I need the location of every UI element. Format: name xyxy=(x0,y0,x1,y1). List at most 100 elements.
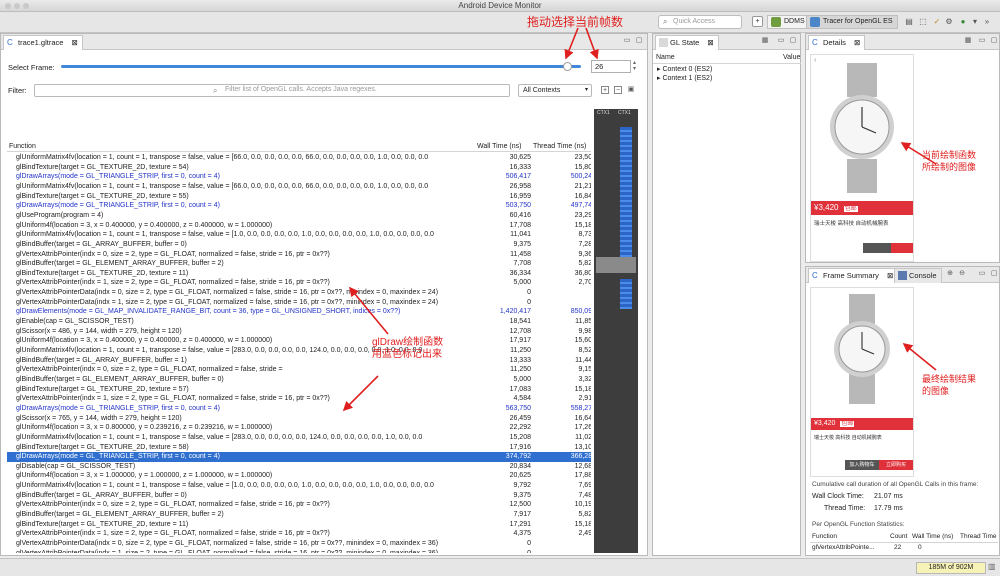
details-view-icon[interactable]: ▦ xyxy=(964,37,972,45)
tab-console[interactable]: Console xyxy=(894,268,942,283)
call-row[interactable]: glBindBuffer(target = GL_ARRAY_BUFFER, b… xyxy=(7,240,591,250)
col-function[interactable]: Function xyxy=(9,142,36,152)
thumb-selected[interactable] xyxy=(596,257,636,273)
capture-icon[interactable]: ⬚ xyxy=(918,17,928,27)
call-row[interactable]: glDrawArrays(mode = GL_TRIANGLE_STRIP, f… xyxy=(7,452,591,463)
call-row[interactable]: glVertexAttribPointerData(indx = 0, size… xyxy=(7,539,591,549)
call-row[interactable]: glUseProgram(program = 4) 60,416 23,296 xyxy=(7,211,591,221)
filter-icon[interactable]: ✓ xyxy=(932,17,942,27)
context-select[interactable]: All Contexts ▾ xyxy=(518,84,592,97)
minimize-icon[interactable]: ▭ xyxy=(623,37,631,45)
call-row[interactable]: glVertexAttribPointer(indx = 1, size = 2… xyxy=(7,529,591,539)
minimize-icon[interactable]: ▭ xyxy=(978,37,986,45)
call-row[interactable]: glDrawArrays(mode = GL_TRIANGLE_STRIP, f… xyxy=(7,404,591,414)
frame-number-input[interactable]: 26 xyxy=(591,60,631,73)
filter-input[interactable]: ⌕ Filter list of OpenGL calls. Accepts J… xyxy=(34,84,510,97)
call-row[interactable]: glDrawElements(mode = GL_MAP_INVALIDATE_… xyxy=(7,307,591,317)
gl-state-view-icon[interactable]: ▦ xyxy=(761,37,769,45)
perspective-ddms[interactable]: DDMS xyxy=(767,15,810,29)
call-row[interactable]: glVertexAttribPointer(indx = 0, size = 2… xyxy=(7,365,591,375)
close-icon[interactable]: ⊠ xyxy=(854,38,860,47)
zoom-out-icon[interactable]: ⊖ xyxy=(958,270,966,278)
call-row[interactable]: glEnable(cap = GL_SCISSOR_TEST) 18,541 11,… xyxy=(7,317,591,327)
tab-details[interactable]: C Details ⊠ xyxy=(808,35,866,50)
tool-icon[interactable]: ⚙ xyxy=(944,17,954,27)
call-row[interactable]: glUniformMatrix4fv(location = 1, count =… xyxy=(7,481,591,491)
more-icon[interactable]: » xyxy=(982,17,992,27)
tab-gl-state-label: GL State xyxy=(670,38,700,47)
call-row[interactable]: glUniformMatrix4fv(location = 1, count =… xyxy=(7,182,591,192)
maximize-icon[interactable]: ▢ xyxy=(990,270,998,278)
call-row[interactable]: glVertexAttribPointerData(indx = 0, size… xyxy=(7,288,591,298)
call-row[interactable]: glBindBuffer(target = GL_ELEMENT_ARRAY_B… xyxy=(7,510,591,520)
frame-slider-thumb[interactable] xyxy=(563,62,572,71)
call-thread-time: 0 xyxy=(534,298,591,308)
stats-table-row[interactable]: glVertexAttribPointe... 22 0 xyxy=(810,544,998,554)
call-row[interactable]: glDisable(cap = GL_SCISSOR_TEST) 20,834 12… xyxy=(7,462,591,472)
call-row[interactable]: glVertexAttribPointerData(indx = 1, size… xyxy=(7,298,591,308)
close-icon[interactable]: ⊠ xyxy=(72,38,78,47)
collapse-all-icon[interactable]: − xyxy=(614,86,622,94)
zoom-in-icon[interactable]: ⊕ xyxy=(946,270,954,278)
call-row[interactable]: glBindBuffer(target = GL_ELEMENT_ARRAY_B… xyxy=(7,259,591,269)
close-icon[interactable]: ⊠ xyxy=(707,38,713,47)
open-trace-icon[interactable]: ▤ xyxy=(904,17,914,27)
call-row[interactable]: glUniformMatrix4fv(location = 1, count =… xyxy=(7,230,591,240)
save-icon[interactable]: ▣ xyxy=(627,86,635,94)
window-zoom-icon[interactable] xyxy=(23,3,29,9)
heap-status[interactable]: 185M of 902M xyxy=(916,562,986,574)
call-function: glBindTexture(target = GL_TEXTURE_2D, te… xyxy=(16,163,189,171)
trash-icon[interactable]: ▥ xyxy=(988,562,996,571)
call-row[interactable]: glUniformMatrix4fv(location = 1, count =… xyxy=(7,346,591,356)
run-icon[interactable]: ● xyxy=(958,17,968,27)
call-row[interactable]: glUniform4f(location = 3, x = 0.800000, … xyxy=(7,423,591,433)
perspective-tracer[interactable]: Tracer for OpenGL ES xyxy=(806,15,898,29)
call-row[interactable]: glDrawArrays(mode = GL_TRIANGLE_STRIP, f… xyxy=(7,201,591,211)
maximize-icon[interactable]: ▢ xyxy=(990,37,998,45)
call-row[interactable]: glBindTexture(target = GL_TEXTURE_2D, te… xyxy=(7,520,591,530)
window-minimize-icon[interactable] xyxy=(14,3,20,9)
call-row[interactable]: glBindBuffer(target = GL_ARRAY_BUFFER, b… xyxy=(7,491,591,501)
tab-trace1[interactable]: C trace1.gltrace ⊠ xyxy=(3,35,83,50)
window-close-icon[interactable] xyxy=(5,3,11,9)
tab-frame-summary[interactable]: C Frame Summary ⊠ xyxy=(808,268,899,283)
call-row[interactable]: glBindBuffer(target = GL_ARRAY_BUFFER, b… xyxy=(7,356,591,366)
call-row[interactable]: glScissor(x = 765, y = 144, width = 279,… xyxy=(7,414,591,424)
call-row[interactable]: glBindTexture(target = GL_TEXTURE_2D, te… xyxy=(7,443,591,453)
gl-state-tree-item[interactable]: ▸ Context 0 (ES2) xyxy=(657,65,712,73)
frame-slider-track[interactable] xyxy=(61,65,581,68)
call-thread-time: 9,152 xyxy=(578,366,591,374)
quick-access-field[interactable]: ⌕ Quick Access xyxy=(658,15,742,29)
gl-state-tree-item[interactable]: ▸ Context 1 (ES2) xyxy=(657,74,712,82)
call-function: glBindBuffer(target = GL_ELEMENT_ARRAY_B… xyxy=(16,375,224,383)
call-row[interactable]: glBindTexture(target = GL_TEXTURE_2D, te… xyxy=(7,385,591,395)
minimize-icon[interactable]: ▭ xyxy=(978,270,986,278)
call-row[interactable]: glVertexAttribPointer(indx = 0, size = 2… xyxy=(7,500,591,510)
expand-all-icon[interactable]: + xyxy=(601,86,609,94)
call-row[interactable]: glUniform4f(location = 3, x = 0.400000, … xyxy=(7,336,591,346)
call-row[interactable]: glVertexAttribPointer(indx = 1, size = 2… xyxy=(7,278,591,288)
call-row[interactable]: glVertexAttribPointer(indx = 1, size = 2… xyxy=(7,394,591,404)
call-row[interactable]: glBindTexture(target = GL_TEXTURE_2D, te… xyxy=(7,163,591,173)
call-row[interactable]: glUniform4f(location = 3, x = 1.000000, … xyxy=(7,471,591,481)
call-row[interactable]: glUniformMatrix4fv(location = 1, count =… xyxy=(7,153,591,163)
call-row[interactable]: glScissor(x = 486, y = 144, width = 279,… xyxy=(7,327,591,337)
maximize-icon[interactable]: ▢ xyxy=(789,37,797,45)
minimize-icon[interactable]: ▭ xyxy=(777,37,785,45)
call-row[interactable]: glDrawArrays(mode = GL_TRIANGLE_STRIP, f… xyxy=(7,172,591,182)
tab-gl-state[interactable]: GL State ⊠ xyxy=(655,35,719,50)
call-row[interactable]: glUniform4f(location = 3, x = 0.400000, … xyxy=(7,221,591,231)
dropdown-icon[interactable]: ▾ xyxy=(970,17,980,27)
call-row[interactable]: glBindTexture(target = GL_TEXTURE_2D, te… xyxy=(7,192,591,202)
call-row[interactable]: glVertexAttribPointerData(indx = 1, size… xyxy=(7,549,591,553)
open-perspective-icon[interactable]: + xyxy=(752,16,763,27)
call-row[interactable]: glBindBuffer(target = GL_ELEMENT_ARRAY_B… xyxy=(7,375,591,385)
call-row[interactable]: glUniformMatrix4fv(location = 1, count =… xyxy=(7,433,591,443)
call-row[interactable]: glVertexAttribPointer(indx = 0, size = 2… xyxy=(7,250,591,260)
frame-stepper-icon[interactable]: ▴ ▾ xyxy=(633,60,636,72)
col-wall-time[interactable]: Wall Time (ns) xyxy=(477,142,521,152)
maximize-icon[interactable]: ▢ xyxy=(635,37,643,45)
col-thread-time[interactable]: Thread Time (ns) xyxy=(533,142,586,152)
call-row[interactable]: glBindTexture(target = GL_TEXTURE_2D, te… xyxy=(7,269,591,279)
close-icon[interactable]: ⊠ xyxy=(887,271,893,280)
